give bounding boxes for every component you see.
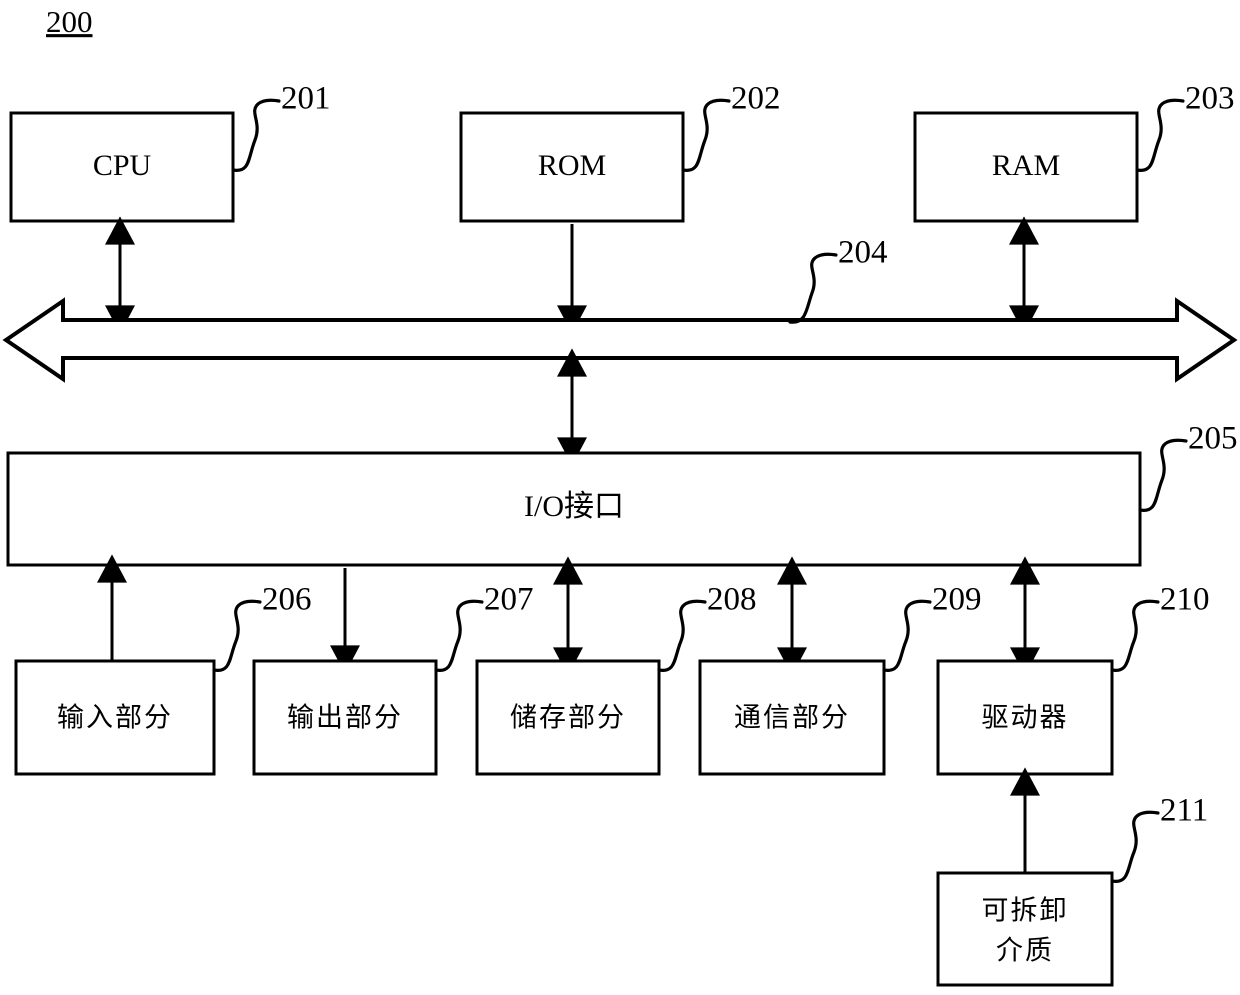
system-bus xyxy=(2,297,1238,383)
input-part-label: 输入部分 xyxy=(57,703,173,734)
figure-number: 200 xyxy=(46,4,93,39)
communication-part-leader-line xyxy=(882,599,932,672)
storage-part-ref-number: 208 xyxy=(707,582,757,618)
output-part-ref-number: 207 xyxy=(484,582,534,618)
input-part-ref-number: 206 xyxy=(262,582,312,618)
removable-media-leader-line xyxy=(1110,810,1160,883)
removable-media-label-line1: 可拆卸 xyxy=(982,896,1069,927)
output-part-leader-line xyxy=(434,599,484,672)
io-interface-label: I/O接口 xyxy=(524,490,624,523)
cpu-leader-line xyxy=(231,98,281,172)
patent-figure-diagram: 200 CPU 201 ROM 202 RAM 203 204 I/O接口 20… xyxy=(0,0,1240,995)
ram-label: RAM xyxy=(992,149,1060,182)
driver-leader-line xyxy=(1110,599,1160,672)
cpu-label: CPU xyxy=(93,149,152,182)
rom-leader-line xyxy=(681,98,731,172)
communication-part-label: 通信部分 xyxy=(734,703,850,734)
driver-label: 驱动器 xyxy=(982,703,1069,734)
removable-media-ref-number: 211 xyxy=(1160,793,1208,829)
diagram-canvas: 200 CPU 201 ROM 202 RAM 203 204 I/O接口 20… xyxy=(2,4,1238,987)
storage-part-leader-line xyxy=(657,599,707,672)
removable-media-label-line2: 介质 xyxy=(996,936,1054,967)
communication-part-ref-number: 209 xyxy=(932,582,982,618)
io-ref-number: 205 xyxy=(1188,421,1238,457)
ram-ref-number: 203 xyxy=(1185,81,1235,117)
storage-part-label: 储存部分 xyxy=(510,703,626,734)
output-part-label: 输出部分 xyxy=(287,703,403,734)
removable-media-box xyxy=(936,871,1114,987)
cpu-ref-number: 201 xyxy=(281,81,331,117)
bus-ref-number: 204 xyxy=(838,235,888,271)
bus-leader-line xyxy=(788,252,838,324)
ram-leader-line xyxy=(1135,98,1185,172)
io-leader-line xyxy=(1138,438,1188,512)
driver-ref-number: 210 xyxy=(1160,582,1210,618)
rom-label: ROM xyxy=(538,149,606,182)
rom-ref-number: 202 xyxy=(731,81,781,117)
